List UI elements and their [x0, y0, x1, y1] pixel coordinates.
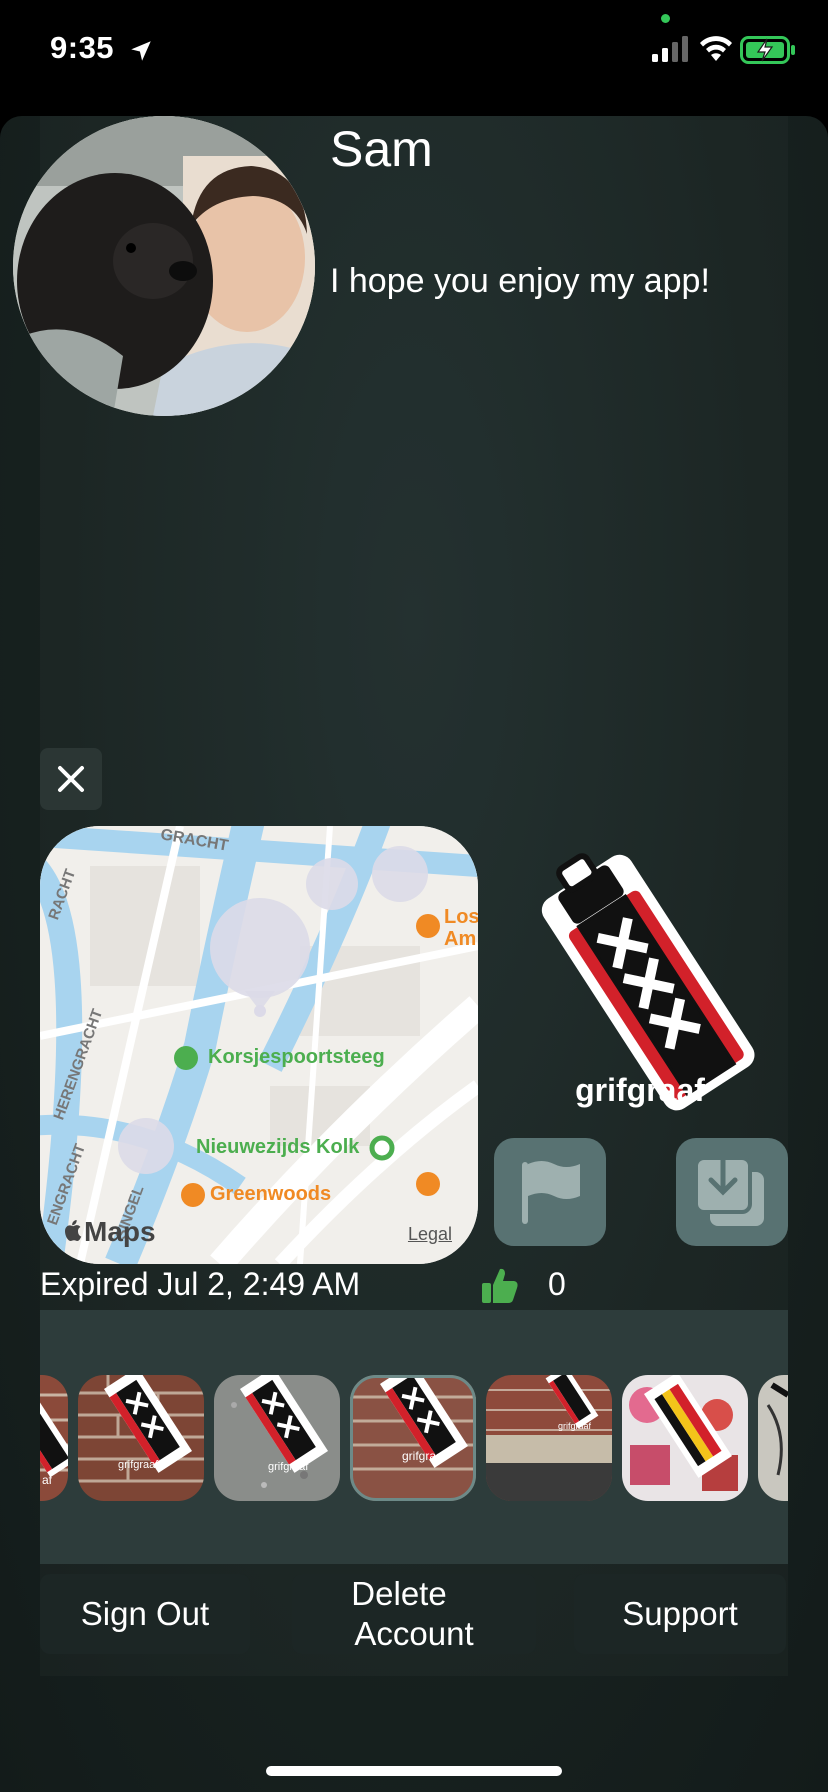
tag-name: grifgraaf	[575, 1072, 705, 1108]
status-bar: 9:35	[0, 0, 828, 100]
profile-avatar[interactable]	[13, 116, 315, 416]
download-stack-icon	[694, 1149, 764, 1226]
support-button[interactable]: Support	[574, 1574, 786, 1654]
close-button[interactable]	[40, 748, 102, 810]
location-map[interactable]: GRACHT RACHT HERENGRACHT ENGRACHT SINGEL…	[40, 826, 478, 1264]
map-poi-nieuwezijds-kolk: Nieuwezijds Kolk	[196, 1136, 360, 1158]
apple-logo-icon	[65, 1220, 82, 1241]
like-count: 0	[548, 1266, 566, 1302]
status-time: 9:35	[50, 30, 115, 65]
tag-thumbnail[interactable]: af	[40, 1375, 68, 1501]
cellular-signal-icon	[652, 36, 688, 62]
privacy-indicator-dot	[661, 14, 670, 23]
flag-icon	[522, 1161, 580, 1224]
profile-name: Sam	[330, 121, 433, 177]
thumbnail-caption: grifgraaf	[118, 1459, 159, 1471]
delete-account-button[interactable]: Delete Account	[292, 1574, 536, 1654]
save-image-button[interactable]	[676, 1138, 788, 1246]
sign-out-button[interactable]: Sign Out	[40, 1574, 250, 1654]
tag-thumbnail[interactable]: grifgraaf	[214, 1375, 340, 1501]
delete-account-label-line2: Account	[354, 1615, 474, 1652]
map-poi-los: Los	[444, 906, 478, 928]
maps-brand-text: Maps	[84, 1216, 156, 1247]
map-poi-am: Am	[444, 928, 477, 950]
thumbnail-caption: grifgraaf	[268, 1461, 309, 1473]
tag-thumbnail[interactable]	[622, 1375, 748, 1501]
tag-thumbnail[interactable]: grifgraaf	[78, 1375, 204, 1501]
map-poi-greenwoods: Greenwoods	[210, 1183, 332, 1205]
report-flag-button[interactable]	[494, 1138, 606, 1246]
tag-thumbnail-strip[interactable]: af grifgraaf grifgraaf grifgraaf grifgra…	[40, 1310, 788, 1564]
location-arrow-icon	[131, 41, 151, 61]
expiry-text: Expired Jul 2, 2:49 AM	[40, 1266, 361, 1302]
thumbnail-caption: grifgraaf	[402, 1449, 447, 1463]
thumbs-up-icon[interactable]	[480, 1265, 520, 1305]
tag-thumbnail[interactable]: grifgraaf	[486, 1375, 612, 1501]
thumbnail-caption: grifgraaf	[558, 1421, 592, 1431]
maps-brand: Maps	[62, 1216, 156, 1248]
delete-account-label-line1: Delete	[351, 1575, 447, 1612]
close-icon	[58, 766, 84, 792]
home-indicator[interactable]	[266, 1766, 562, 1776]
tag-thumbnail[interactable]	[758, 1375, 788, 1501]
map-legal-link[interactable]: Legal	[408, 1224, 452, 1245]
tag-thumbnail-selected[interactable]: grifgraaf	[350, 1375, 476, 1501]
profile-bio: I hope you enjoy my app!	[330, 262, 710, 300]
battery-charging-icon	[740, 36, 795, 64]
map-poi-korsjespoortsteeg: Korsjespoortsteeg	[208, 1046, 385, 1068]
wifi-icon	[700, 36, 732, 61]
thumbnail-caption: af	[42, 1473, 53, 1487]
